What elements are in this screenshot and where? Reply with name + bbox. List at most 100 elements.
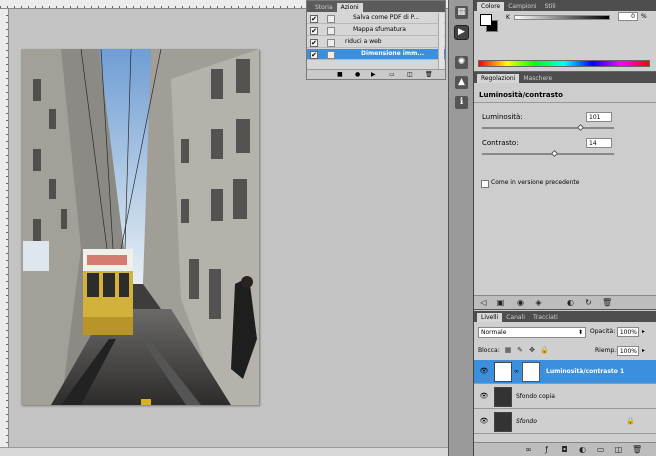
brightness-slider[interactable] — [482, 127, 614, 129]
action-label: Salva come PDF di P... — [353, 14, 420, 21]
adjustments-footer: ◁ ▣ ◉ ◈ ◐ ↻ 🗑 — [474, 295, 656, 309]
visibility-eye-icon[interactable]: 👁 — [479, 393, 489, 400]
divider — [474, 102, 656, 103]
layers-panel-tabs: Livelli Canali Tracciati — [474, 311, 656, 322]
view-previous-icon[interactable]: ◐ — [566, 298, 575, 307]
lock-all-icon[interactable]: 🔒 — [540, 346, 549, 354]
tab-history[interactable]: Storia — [311, 3, 337, 12]
tab-color[interactable]: Colore — [477, 2, 505, 11]
channel-label: K — [506, 14, 510, 21]
adjustments-panel-tabs: Regolazioni Maschere — [474, 72, 656, 83]
tab-masks[interactable]: Maschere — [519, 74, 556, 83]
document-photo[interactable] — [21, 49, 259, 405]
layer-row[interactable]: 👁 Sfondo copia — [474, 385, 656, 409]
color-spectrum-ramp[interactable] — [478, 60, 650, 67]
tab-styles[interactable]: Stili — [541, 2, 560, 11]
tab-layers[interactable]: Livelli — [477, 313, 503, 322]
layer-name[interactable]: Sfondo copia — [516, 393, 555, 400]
dialog-toggle[interactable] — [327, 15, 335, 23]
reset-icon[interactable]: ↻ — [584, 298, 593, 307]
action-row[interactable]: ✔ Salva come PDF di P... — [307, 13, 445, 24]
layers-panel: Livelli Canali Tracciati Normale ⬍ Opaci… — [474, 311, 656, 456]
contrast-input[interactable]: 14 — [586, 138, 612, 148]
opacity-slider-arrow-icon[interactable]: ▸ — [642, 328, 645, 335]
tab-channels[interactable]: Canali — [502, 313, 529, 322]
new-set-icon[interactable]: ▭ — [389, 71, 395, 78]
channel-value-field[interactable]: 0 — [618, 12, 638, 21]
tab-swatches[interactable]: Campioni — [504, 2, 540, 11]
contrast-label: Contrasto: — [482, 139, 519, 147]
trash-icon[interactable]: 🗑 — [425, 71, 433, 78]
horizontal-scrollbar[interactable] — [0, 447, 448, 456]
brightness-input[interactable]: 101 — [586, 112, 612, 122]
action-row[interactable]: ✔ Mappa sfumatura — [307, 25, 445, 36]
new-layer-icon[interactable]: ◫ — [614, 445, 623, 454]
expand-view-icon[interactable]: ▣ — [496, 298, 505, 307]
foreground-color-swatch[interactable] — [480, 14, 492, 26]
add-mask-icon[interactable]: ◘ — [560, 445, 569, 454]
tab-paths[interactable]: Tracciati — [529, 313, 562, 322]
channel-slider[interactable] — [514, 15, 610, 20]
actions-scrollbar[interactable] — [438, 13, 444, 69]
dialog-toggle[interactable] — [327, 51, 335, 59]
visibility-eye-icon[interactable]: ◈ — [534, 298, 543, 307]
lock-image-icon[interactable]: ✎ — [516, 346, 524, 354]
brightness-slider-handle[interactable] — [576, 123, 585, 132]
action-enabled-checkbox[interactable]: ✔ — [310, 27, 318, 35]
layer-style-icon[interactable]: ƒ — [542, 445, 551, 454]
actions-icon[interactable]: ▶ — [455, 26, 468, 39]
back-arrow-icon[interactable]: ◁ — [479, 298, 488, 307]
play-icon[interactable]: ▶ — [371, 71, 376, 78]
adjustment-title: Luminosità/contrasto — [479, 91, 563, 99]
action-row-selected[interactable]: ✔ Dimensione imm... — [307, 49, 445, 60]
contrast-slider-handle[interactable] — [550, 149, 558, 158]
adjustments-panel: Regolazioni Maschere Luminosità/contrast… — [474, 72, 656, 310]
new-group-icon[interactable]: ▭ — [596, 445, 605, 454]
action-enabled-checkbox[interactable]: ✔ — [310, 51, 318, 59]
contrast-slider[interactable] — [482, 153, 614, 155]
action-enabled-checkbox[interactable]: ✔ — [310, 39, 318, 47]
lock-transparency-icon[interactable]: ▦ — [504, 346, 512, 354]
layer-thumbnail — [494, 387, 512, 407]
lock-position-icon[interactable]: ✥ — [528, 346, 536, 354]
action-enabled-checkbox[interactable]: ✔ — [310, 15, 318, 23]
visibility-eye-icon[interactable]: 👁 — [479, 418, 489, 425]
record-icon[interactable]: ● — [355, 71, 360, 78]
action-set-row[interactable]: ✔ riduci a web — [307, 37, 445, 48]
fill-slider-arrow-icon[interactable]: ▸ — [642, 347, 645, 354]
blend-mode-select[interactable]: Normale ⬍ — [478, 327, 586, 338]
layer-name[interactable]: Sfondo — [516, 418, 537, 425]
link-layers-icon[interactable]: ∞ — [524, 445, 533, 454]
new-adjustment-icon[interactable]: ◐ — [578, 445, 587, 454]
action-label: Dimensione imm... — [361, 50, 425, 57]
tab-actions[interactable]: Azioni — [336, 3, 363, 12]
layer-row-selected[interactable]: 👁 ∞ Luminosità/contrasto 1 — [474, 360, 656, 384]
trash-icon[interactable]: 🗑 — [602, 298, 612, 307]
use-legacy-label: Come in versione precedente — [491, 179, 580, 186]
histogram-icon[interactable]: ▲ — [455, 76, 468, 89]
dialog-toggle[interactable] — [327, 27, 335, 35]
lock-icon: 🔒 — [626, 417, 635, 425]
link-icon[interactable]: ∞ — [514, 368, 519, 375]
opacity-input[interactable]: 100% — [617, 327, 639, 337]
tab-adjustments[interactable]: Regolazioni — [477, 74, 520, 83]
color-panel-tabs: Colore Campioni Stili — [474, 0, 656, 11]
layer-mask-thumbnail[interactable] — [522, 362, 540, 382]
visibility-eye-icon[interactable]: 👁 — [479, 368, 489, 375]
layer-row[interactable]: 👁 Sfondo 🔒 — [474, 410, 656, 434]
use-legacy-checkbox[interactable] — [481, 180, 489, 188]
trash-icon[interactable]: 🗑 — [632, 445, 642, 454]
new-action-icon[interactable]: ◫ — [407, 71, 413, 78]
stop-icon[interactable]: ■ — [337, 71, 343, 78]
navigator-icon[interactable]: ✺ — [455, 56, 468, 69]
actions-panel: Storia Azioni ✔ Salva come PDF di P... ✔… — [306, 0, 446, 80]
blend-mode-value: Normale — [481, 329, 507, 336]
vertical-ruler — [0, 9, 9, 447]
clip-layer-icon[interactable]: ◉ — [516, 298, 525, 307]
layer-name[interactable]: Luminosità/contrasto 1 — [546, 368, 624, 375]
history-icon[interactable]: ▦ — [455, 6, 468, 19]
fill-input[interactable]: 100% — [617, 346, 639, 356]
info-icon[interactable]: ℹ — [455, 96, 468, 109]
channel-unit: % — [641, 13, 647, 20]
dialog-toggle[interactable] — [327, 39, 335, 47]
